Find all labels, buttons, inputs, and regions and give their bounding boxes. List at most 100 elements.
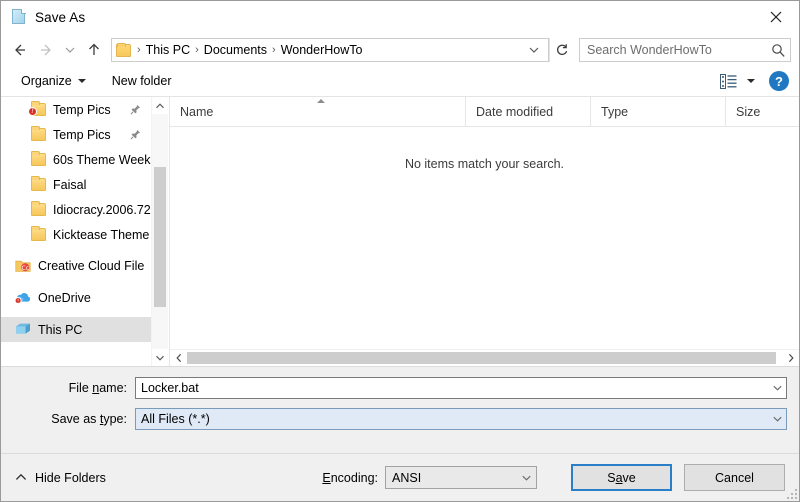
scroll-right-button[interactable] bbox=[782, 350, 799, 366]
back-button[interactable] bbox=[7, 37, 33, 63]
help-button[interactable]: ? bbox=[769, 71, 789, 91]
sidebar-item-label: 60s Theme Week bbox=[53, 152, 151, 167]
close-icon bbox=[770, 11, 782, 23]
view-mode-dropdown[interactable] bbox=[741, 77, 765, 85]
navigation-list: ! Temp Pics Temp Pics 60s Theme Week Fai… bbox=[1, 97, 151, 366]
search-box[interactable] bbox=[579, 38, 791, 62]
navigation-scrollbar[interactable] bbox=[151, 97, 168, 366]
breadcrumb-separator: › bbox=[137, 44, 141, 56]
folder-error-icon: ! bbox=[28, 101, 46, 116]
search-input[interactable] bbox=[587, 43, 771, 57]
forward-button[interactable] bbox=[33, 37, 59, 63]
creative-cloud-icon: Cc bbox=[15, 258, 31, 273]
arrow-right-icon bbox=[41, 44, 51, 56]
title-bar: Save As bbox=[1, 1, 799, 34]
sidebar-item-label: Creative Cloud File bbox=[38, 258, 145, 273]
sidebar-item-this-pc[interactable]: This PC bbox=[1, 317, 151, 342]
breadcrumb-separator: › bbox=[195, 44, 199, 56]
encoding-label: Encoding: bbox=[322, 471, 378, 485]
file-list-body[interactable]: No items match your search. bbox=[170, 127, 799, 349]
new-folder-button[interactable]: New folder bbox=[106, 71, 178, 91]
view-mode-button[interactable] bbox=[716, 72, 741, 91]
column-header-date-modified[interactable]: Date modified bbox=[466, 96, 591, 127]
breadcrumb-item-this-pc[interactable]: This PC bbox=[143, 43, 193, 57]
save-as-type-dropdown-button[interactable] bbox=[769, 415, 786, 423]
address-dropdown-button[interactable] bbox=[520, 45, 546, 55]
column-header-row: Name Date modified Type Size bbox=[170, 96, 799, 127]
recent-locations-button[interactable] bbox=[59, 37, 81, 63]
sidebar-item-kicktease-theme[interactable]: Kicktease Theme bbox=[1, 222, 151, 247]
sidebar-item-temp-pics-error[interactable]: ! Temp Pics bbox=[1, 97, 151, 122]
scroll-up-button[interactable] bbox=[152, 97, 168, 114]
file-name-label-before: File bbox=[68, 381, 93, 395]
scrollbar-thumb[interactable] bbox=[187, 352, 777, 364]
save-as-type-label: Save as type: bbox=[13, 412, 135, 426]
dialog-body: ! Temp Pics Temp Pics 60s Theme Week Fai… bbox=[1, 96, 799, 366]
folder-icon bbox=[31, 151, 46, 166]
save-as-type-row: Save as type: All Files (*.*) bbox=[13, 408, 787, 430]
sidebar-item-label: Idiocracy.2006.72 bbox=[53, 202, 151, 217]
breadcrumb-separator: › bbox=[272, 44, 276, 56]
scrollbar-track[interactable] bbox=[187, 350, 782, 366]
pushpin-icon bbox=[130, 129, 141, 140]
pin-icon[interactable] bbox=[130, 129, 141, 140]
chevron-down-icon bbox=[521, 475, 531, 481]
save-form: File name: Locker.bat Save as type: All … bbox=[1, 366, 799, 430]
sidebar-item-temp-pics[interactable]: Temp Pics bbox=[1, 122, 151, 147]
save-as-dialog: Save As › This PC › Documents › WonderHo… bbox=[0, 0, 800, 502]
sidebar-item-label: This PC bbox=[38, 322, 83, 337]
column-header-name[interactable]: Name bbox=[170, 96, 466, 127]
window-title: Save As bbox=[35, 9, 86, 25]
save-as-type-select[interactable]: All Files (*.*) bbox=[135, 408, 787, 430]
document-icon bbox=[11, 9, 27, 25]
sidebar-item-onedrive[interactable]: ! OneDrive bbox=[1, 285, 151, 310]
refresh-button[interactable] bbox=[549, 38, 573, 62]
encoding-label-rest: ncoding: bbox=[330, 470, 378, 485]
file-name-dropdown-button[interactable] bbox=[769, 384, 786, 392]
search-icon bbox=[772, 43, 785, 57]
sidebar-item-label: Kicktease Theme bbox=[53, 227, 150, 242]
up-button[interactable] bbox=[81, 37, 107, 63]
encoding-dropdown-button[interactable] bbox=[516, 474, 536, 482]
file-name-row: File name: Locker.bat bbox=[13, 377, 787, 399]
encoding-select[interactable]: ANSI bbox=[385, 466, 537, 489]
save-as-type-label-before: Save as bbox=[51, 412, 100, 426]
dialog-footer: Hide Folders Encoding: ANSI Sa ve Cancel bbox=[1, 453, 799, 501]
column-label: Date modified bbox=[476, 104, 554, 119]
breadcrumb-item-wonderhowto[interactable]: WonderHowTo bbox=[278, 43, 366, 57]
scroll-left-button[interactable] bbox=[170, 350, 187, 366]
hide-folders-button[interactable]: Hide Folders bbox=[15, 471, 106, 485]
folder-icon bbox=[31, 201, 46, 216]
save-button[interactable]: Sa ve bbox=[571, 464, 672, 491]
pin-icon[interactable] bbox=[130, 104, 141, 115]
column-header-type[interactable]: Type bbox=[591, 96, 726, 127]
svg-text:Cc: Cc bbox=[21, 265, 29, 272]
scrollbar-thumb[interactable] bbox=[154, 167, 166, 307]
sidebar-item-creative-cloud-files[interactable]: Cc Creative Cloud File bbox=[1, 253, 151, 278]
address-bar[interactable]: › This PC › Documents › WonderHowTo bbox=[111, 38, 549, 62]
close-button[interactable] bbox=[753, 1, 799, 33]
file-name-label: File name: bbox=[13, 381, 135, 395]
sidebar-item-faisal[interactable]: Faisal bbox=[1, 172, 151, 197]
help-label: ? bbox=[775, 73, 783, 89]
column-header-size[interactable]: Size bbox=[726, 97, 799, 127]
sidebar-item-60s-theme-week[interactable]: 60s Theme Week bbox=[1, 147, 151, 172]
breadcrumb-item-documents[interactable]: Documents bbox=[201, 43, 270, 57]
sort-ascending-icon bbox=[317, 98, 325, 103]
scroll-down-button[interactable] bbox=[152, 349, 168, 366]
cancel-button[interactable]: Cancel bbox=[684, 464, 785, 491]
pushpin-icon bbox=[130, 104, 141, 115]
chevron-left-icon bbox=[175, 353, 181, 363]
chevron-down-icon bbox=[77, 79, 86, 83]
organize-button[interactable]: Organize bbox=[15, 71, 92, 91]
file-name-value: Locker.bat bbox=[141, 381, 199, 395]
svg-text:!: ! bbox=[17, 299, 19, 304]
navigation-pane: ! Temp Pics Temp Pics 60s Theme Week Fai… bbox=[1, 97, 169, 366]
arrow-up-icon bbox=[89, 43, 99, 55]
file-name-input[interactable]: Locker.bat bbox=[135, 377, 787, 399]
resize-grip[interactable] bbox=[785, 487, 797, 499]
chevron-down-icon bbox=[65, 47, 75, 53]
sidebar-item-idiocracy[interactable]: Idiocracy.2006.72 bbox=[1, 197, 151, 222]
file-list-horizontal-scrollbar[interactable] bbox=[170, 349, 799, 366]
refresh-icon bbox=[556, 44, 567, 56]
